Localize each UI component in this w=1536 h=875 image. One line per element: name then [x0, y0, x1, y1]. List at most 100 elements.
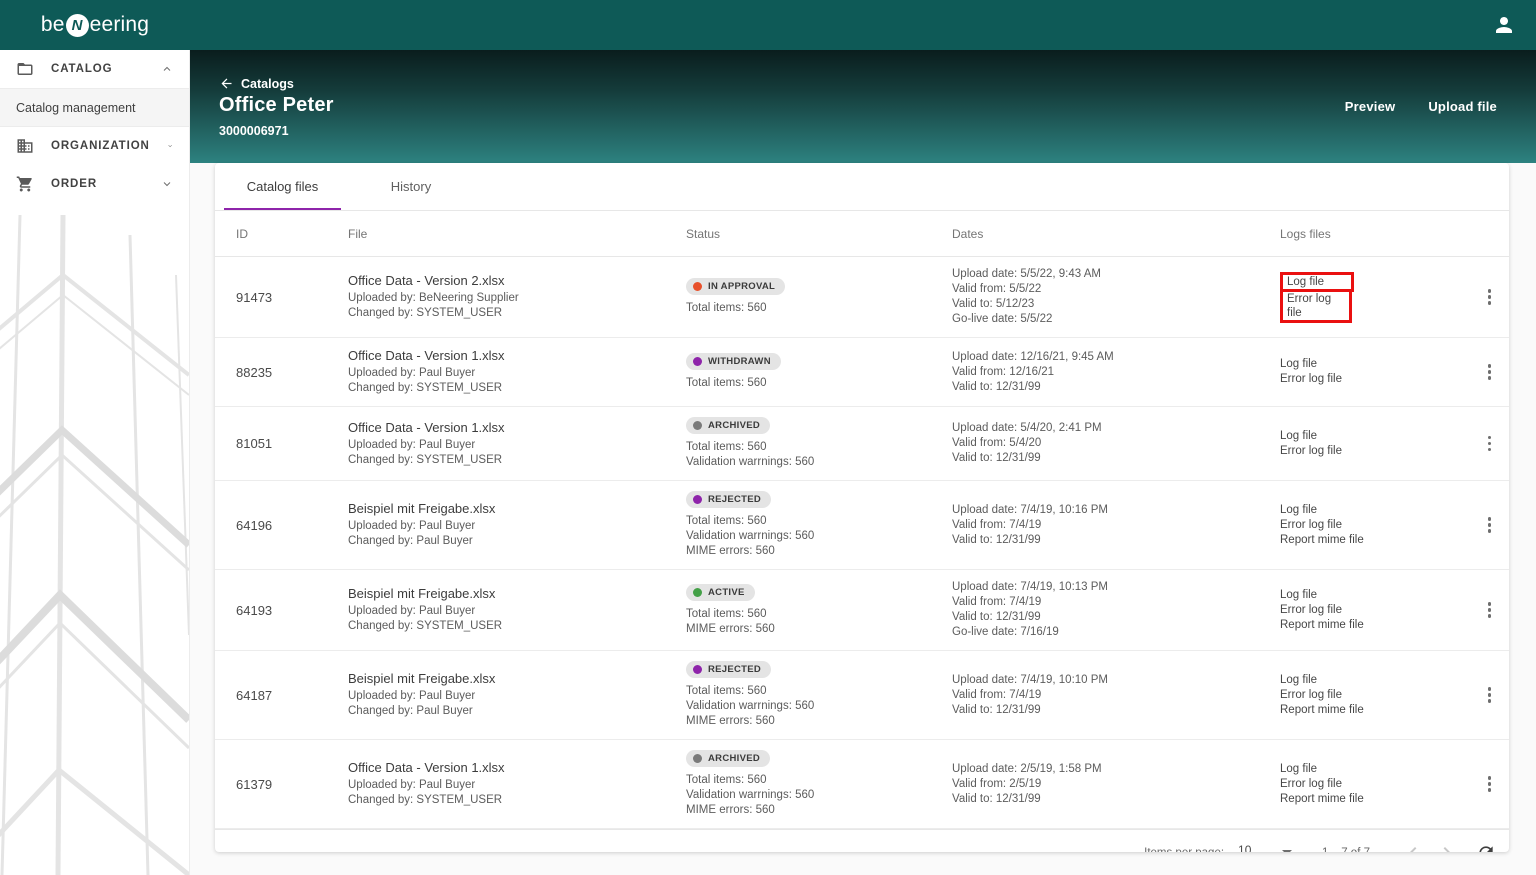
- status-cell: WITHDRAWN Total items: 560: [686, 353, 952, 391]
- date-line: Upload date: 7/4/19, 10:16 PM: [952, 503, 1280, 518]
- log-file-link[interactable]: Error log file: [1280, 289, 1352, 323]
- log-file-link[interactable]: Report mime file: [1280, 618, 1470, 633]
- log-file-link[interactable]: Log file: [1280, 588, 1470, 603]
- table-row: 64193 Beispiel mit Freigabe.xlsx Uploade…: [215, 570, 1509, 651]
- status-dot-icon: [693, 495, 702, 504]
- date-line: Valid from: 5/4/20: [952, 436, 1280, 451]
- file-name: Office Data - Version 1.xlsx: [348, 760, 686, 775]
- log-file-link[interactable]: Log file: [1280, 673, 1470, 688]
- status-lines: Total items: 560Validation warrnings: 56…: [686, 440, 952, 470]
- status-label: ACTIVE: [708, 587, 745, 598]
- page-range-label: 1 – 7 of 7: [1322, 847, 1370, 852]
- table-row: 64187 Beispiel mit Freigabe.xlsx Uploade…: [215, 651, 1509, 740]
- log-file-link[interactable]: Error log file: [1280, 518, 1470, 533]
- column-header-status: Status: [686, 227, 952, 241]
- refresh-button[interactable]: [1476, 843, 1496, 852]
- row-actions-menu-button[interactable]: [1488, 433, 1492, 454]
- log-file-link[interactable]: Report mime file: [1280, 703, 1470, 718]
- log-file-link[interactable]: Log file: [1280, 429, 1470, 444]
- user-account-button[interactable]: [1492, 13, 1516, 37]
- file-name: Office Data - Version 1.xlsx: [348, 348, 686, 363]
- row-actions-menu-button[interactable]: [1488, 515, 1492, 536]
- date-line: Valid to: 12/31/99: [952, 380, 1280, 395]
- status-line: Validation warrnings: 560: [686, 455, 952, 470]
- log-file-link[interactable]: Error log file: [1280, 777, 1470, 792]
- items-per-page-select[interactable]: 10: [1236, 843, 1294, 852]
- date-line: Valid to: 5/12/23: [952, 297, 1280, 312]
- sidebar-item-catalog[interactable]: CATALOG: [0, 50, 189, 88]
- status-lines: Total items: 560: [686, 376, 952, 391]
- cart-icon: [16, 175, 34, 193]
- date-line: Upload date: 5/5/22, 9:43 AM: [952, 267, 1280, 282]
- row-id: 81051: [236, 436, 348, 451]
- logs-cell: Log fileError log file: [1280, 272, 1470, 323]
- log-file-link[interactable]: Report mime file: [1280, 792, 1470, 807]
- file-name: Office Data - Version 2.xlsx: [348, 273, 686, 288]
- back-to-catalogs-button[interactable]: Catalogs: [219, 76, 294, 91]
- sidebar-item-label: ORDER: [51, 178, 97, 190]
- log-file-link[interactable]: Error log file: [1280, 688, 1470, 703]
- status-badge: ACTIVE: [686, 584, 755, 601]
- log-file-link[interactable]: Log file: [1280, 503, 1470, 518]
- status-badge: REJECTED: [686, 661, 771, 678]
- status-label: WITHDRAWN: [708, 356, 771, 367]
- row-actions-menu-button[interactable]: [1488, 600, 1492, 621]
- status-lines: Total items: 560: [686, 301, 952, 316]
- file-changed-by: Changed by: SYSTEM_USER: [348, 453, 686, 468]
- page-title: Office Peter: [219, 94, 334, 117]
- status-line: Total items: 560: [686, 376, 952, 391]
- date-line: Valid from: 7/4/19: [952, 595, 1280, 610]
- log-file-link[interactable]: Log file: [1280, 762, 1470, 777]
- tab-catalog-files[interactable]: Catalog files: [224, 163, 341, 210]
- file-uploaded-by: Uploaded by: Paul Buyer: [348, 366, 686, 381]
- status-label: REJECTED: [708, 494, 761, 505]
- date-line: Upload date: 2/5/19, 1:58 PM: [952, 762, 1280, 777]
- logs-cell: Log fileError log fileReport mime file: [1280, 588, 1470, 633]
- file-name: Beispiel mit Freigabe.xlsx: [348, 501, 686, 516]
- status-dot-icon: [693, 421, 702, 430]
- log-file-link[interactable]: Report mime file: [1280, 533, 1470, 548]
- preview-button[interactable]: Preview: [1345, 99, 1396, 114]
- file-cell: Office Data - Version 1.xlsx Uploaded by…: [348, 348, 686, 396]
- items-per-page-label: Items per page:: [1144, 847, 1224, 852]
- status-dot-icon: [693, 754, 702, 763]
- log-file-link[interactable]: Log file: [1280, 357, 1470, 372]
- status-line: Total items: 560: [686, 301, 952, 316]
- date-line: Go-live date: 5/5/22: [952, 312, 1280, 327]
- file-uploaded-by: Uploaded by: Paul Buyer: [348, 689, 686, 704]
- previous-page-button[interactable]: [1401, 841, 1425, 852]
- sidebar-item-order[interactable]: ORDER: [0, 165, 189, 203]
- table-row: 88235 Office Data - Version 1.xlsx Uploa…: [215, 338, 1509, 407]
- row-actions-menu-button[interactable]: [1488, 362, 1492, 383]
- logs-cell: Log fileError log fileReport mime file: [1280, 503, 1470, 548]
- chevron-up-icon: [161, 63, 173, 75]
- back-label: Catalogs: [241, 77, 294, 91]
- sidebar-item-organization[interactable]: ORGANIZATION: [0, 127, 189, 165]
- status-line: MIME errors: 560: [686, 622, 952, 637]
- log-file-link[interactable]: Error log file: [1280, 603, 1470, 618]
- date-line: Valid to: 12/31/99: [952, 703, 1280, 718]
- status-label: ARCHIVED: [708, 420, 760, 431]
- log-file-link[interactable]: Error log file: [1280, 372, 1470, 387]
- row-actions-menu-button[interactable]: [1488, 774, 1492, 795]
- sidebar-item-label: CATALOG: [51, 63, 112, 75]
- table-row: 91473 Office Data - Version 2.xlsx Uploa…: [215, 257, 1509, 338]
- logs-cell: Log fileError log fileReport mime file: [1280, 762, 1470, 807]
- status-cell: ARCHIVED Total items: 560Validation warr…: [686, 417, 952, 470]
- file-cell: Office Data - Version 1.xlsx Uploaded by…: [348, 420, 686, 468]
- upload-file-button[interactable]: Upload file: [1428, 99, 1497, 114]
- sidebar-item-catalog-management[interactable]: Catalog management: [0, 88, 189, 127]
- status-line: MIME errors: 560: [686, 803, 952, 818]
- status-lines: Total items: 560Validation warrnings: 56…: [686, 684, 952, 729]
- logs-cell: Log fileError log file: [1280, 429, 1470, 459]
- row-actions-menu-button[interactable]: [1488, 287, 1492, 308]
- status-line: Total items: 560: [686, 773, 952, 788]
- date-line: Upload date: 7/4/19, 10:10 PM: [952, 673, 1280, 688]
- next-page-button[interactable]: [1435, 841, 1459, 852]
- row-actions-menu-button[interactable]: [1488, 685, 1492, 706]
- dates-cell: Upload date: 5/4/20, 2:41 PMValid from: …: [952, 421, 1280, 466]
- tab-history[interactable]: History: [341, 163, 481, 210]
- status-dot-icon: [693, 282, 702, 291]
- log-file-link[interactable]: Error log file: [1280, 444, 1470, 459]
- person-icon: [1492, 13, 1516, 37]
